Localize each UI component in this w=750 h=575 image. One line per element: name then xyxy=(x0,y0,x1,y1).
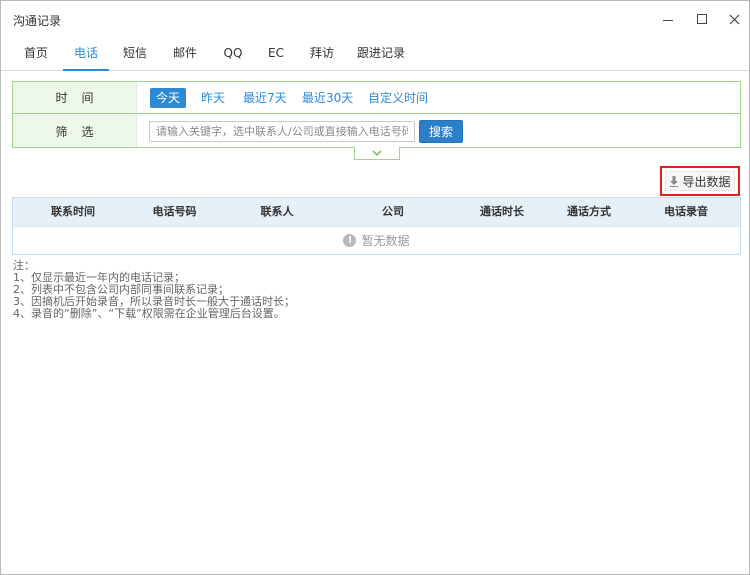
minimize-icon xyxy=(663,19,673,21)
empty-state-text: 暂无数据 xyxy=(361,234,410,248)
call-records-table: 联系时间 电话号码 联系人 公司 通话时长 通话方式 电话录音 ! 暂无数据 xyxy=(12,197,741,255)
column-contact-time[interactable]: 联系时间 xyxy=(23,198,123,226)
notes-section: 注： 1、仅显示最近一年内的电话记录； 2、列表中不包含公司内部同事间联系记录；… xyxy=(13,260,613,320)
maximize-icon xyxy=(697,14,707,24)
maximize-button[interactable] xyxy=(689,7,715,31)
column-contact[interactable]: 联系人 xyxy=(226,198,328,226)
filter-panel: 时间 今天 昨天 最近7天 最近30天 自定义时间 筛选 搜索 xyxy=(12,81,741,148)
search-input[interactable] xyxy=(149,121,415,142)
time-option-yesterday[interactable]: 昨天 xyxy=(195,88,231,108)
time-filter-label: 时间 xyxy=(13,82,137,113)
column-call-method[interactable]: 通话方式 xyxy=(546,198,632,226)
time-filter-row: 时间 今天 昨天 最近7天 最近30天 自定义时间 xyxy=(13,82,740,114)
tab-visit[interactable]: 拜访 xyxy=(302,37,342,71)
tab-qq[interactable]: QQ xyxy=(216,37,250,71)
title-bar: 沟通记录 xyxy=(1,1,749,37)
chevron-down-icon xyxy=(372,150,382,156)
channel-tabs: 首页 电话 短信 邮件 QQ EC 拜访 跟进记录 xyxy=(1,37,749,71)
export-data-button[interactable]: 导出数据 xyxy=(665,171,735,191)
column-phone-number[interactable]: 电话号码 xyxy=(123,198,226,226)
download-icon xyxy=(670,175,679,187)
tab-ec[interactable]: EC xyxy=(261,37,291,71)
close-icon xyxy=(729,14,739,24)
search-button[interactable]: 搜索 xyxy=(419,120,463,143)
window-title: 沟通记录 xyxy=(13,14,62,28)
expand-filter-toggle[interactable] xyxy=(354,147,400,160)
warning-icon: ! xyxy=(343,234,357,247)
time-option-today[interactable]: 今天 xyxy=(150,88,187,108)
communication-records-window: 沟通记录 首页 电话 短信 邮件 QQ EC 拜访 跟进记录 时间 今天 昨天 … xyxy=(0,0,750,575)
note-item: 4、录音的“删除”、“下载”权限需在企业管理后台设置。 xyxy=(13,307,285,320)
close-button[interactable] xyxy=(721,7,747,31)
minimize-button[interactable] xyxy=(655,7,681,31)
tab-follow-up[interactable]: 跟进记录 xyxy=(351,37,411,71)
column-company[interactable]: 公司 xyxy=(328,198,458,226)
time-option-last-30-days[interactable]: 最近30天 xyxy=(296,88,359,108)
tab-home[interactable]: 首页 xyxy=(15,37,57,71)
time-option-last-7-days[interactable]: 最近7天 xyxy=(237,88,293,108)
search-filter-row: 筛选 搜索 xyxy=(13,115,740,147)
export-data-label: 导出数据 xyxy=(682,174,731,189)
tab-sms[interactable]: 短信 xyxy=(115,37,155,71)
table-empty-row: ! 暂无数据 xyxy=(13,226,740,254)
time-option-custom[interactable]: 自定义时间 xyxy=(362,88,434,108)
column-call-duration[interactable]: 通话时长 xyxy=(458,198,546,226)
column-call-recording[interactable]: 电话录音 xyxy=(632,198,740,226)
tab-phone[interactable]: 电话 xyxy=(63,37,109,71)
export-highlight: 导出数据 xyxy=(660,166,740,196)
table-header: 联系时间 电话号码 联系人 公司 通话时长 通话方式 电话录音 xyxy=(13,198,740,226)
search-filter-label: 筛选 xyxy=(13,115,137,147)
tab-email[interactable]: 邮件 xyxy=(165,37,205,71)
